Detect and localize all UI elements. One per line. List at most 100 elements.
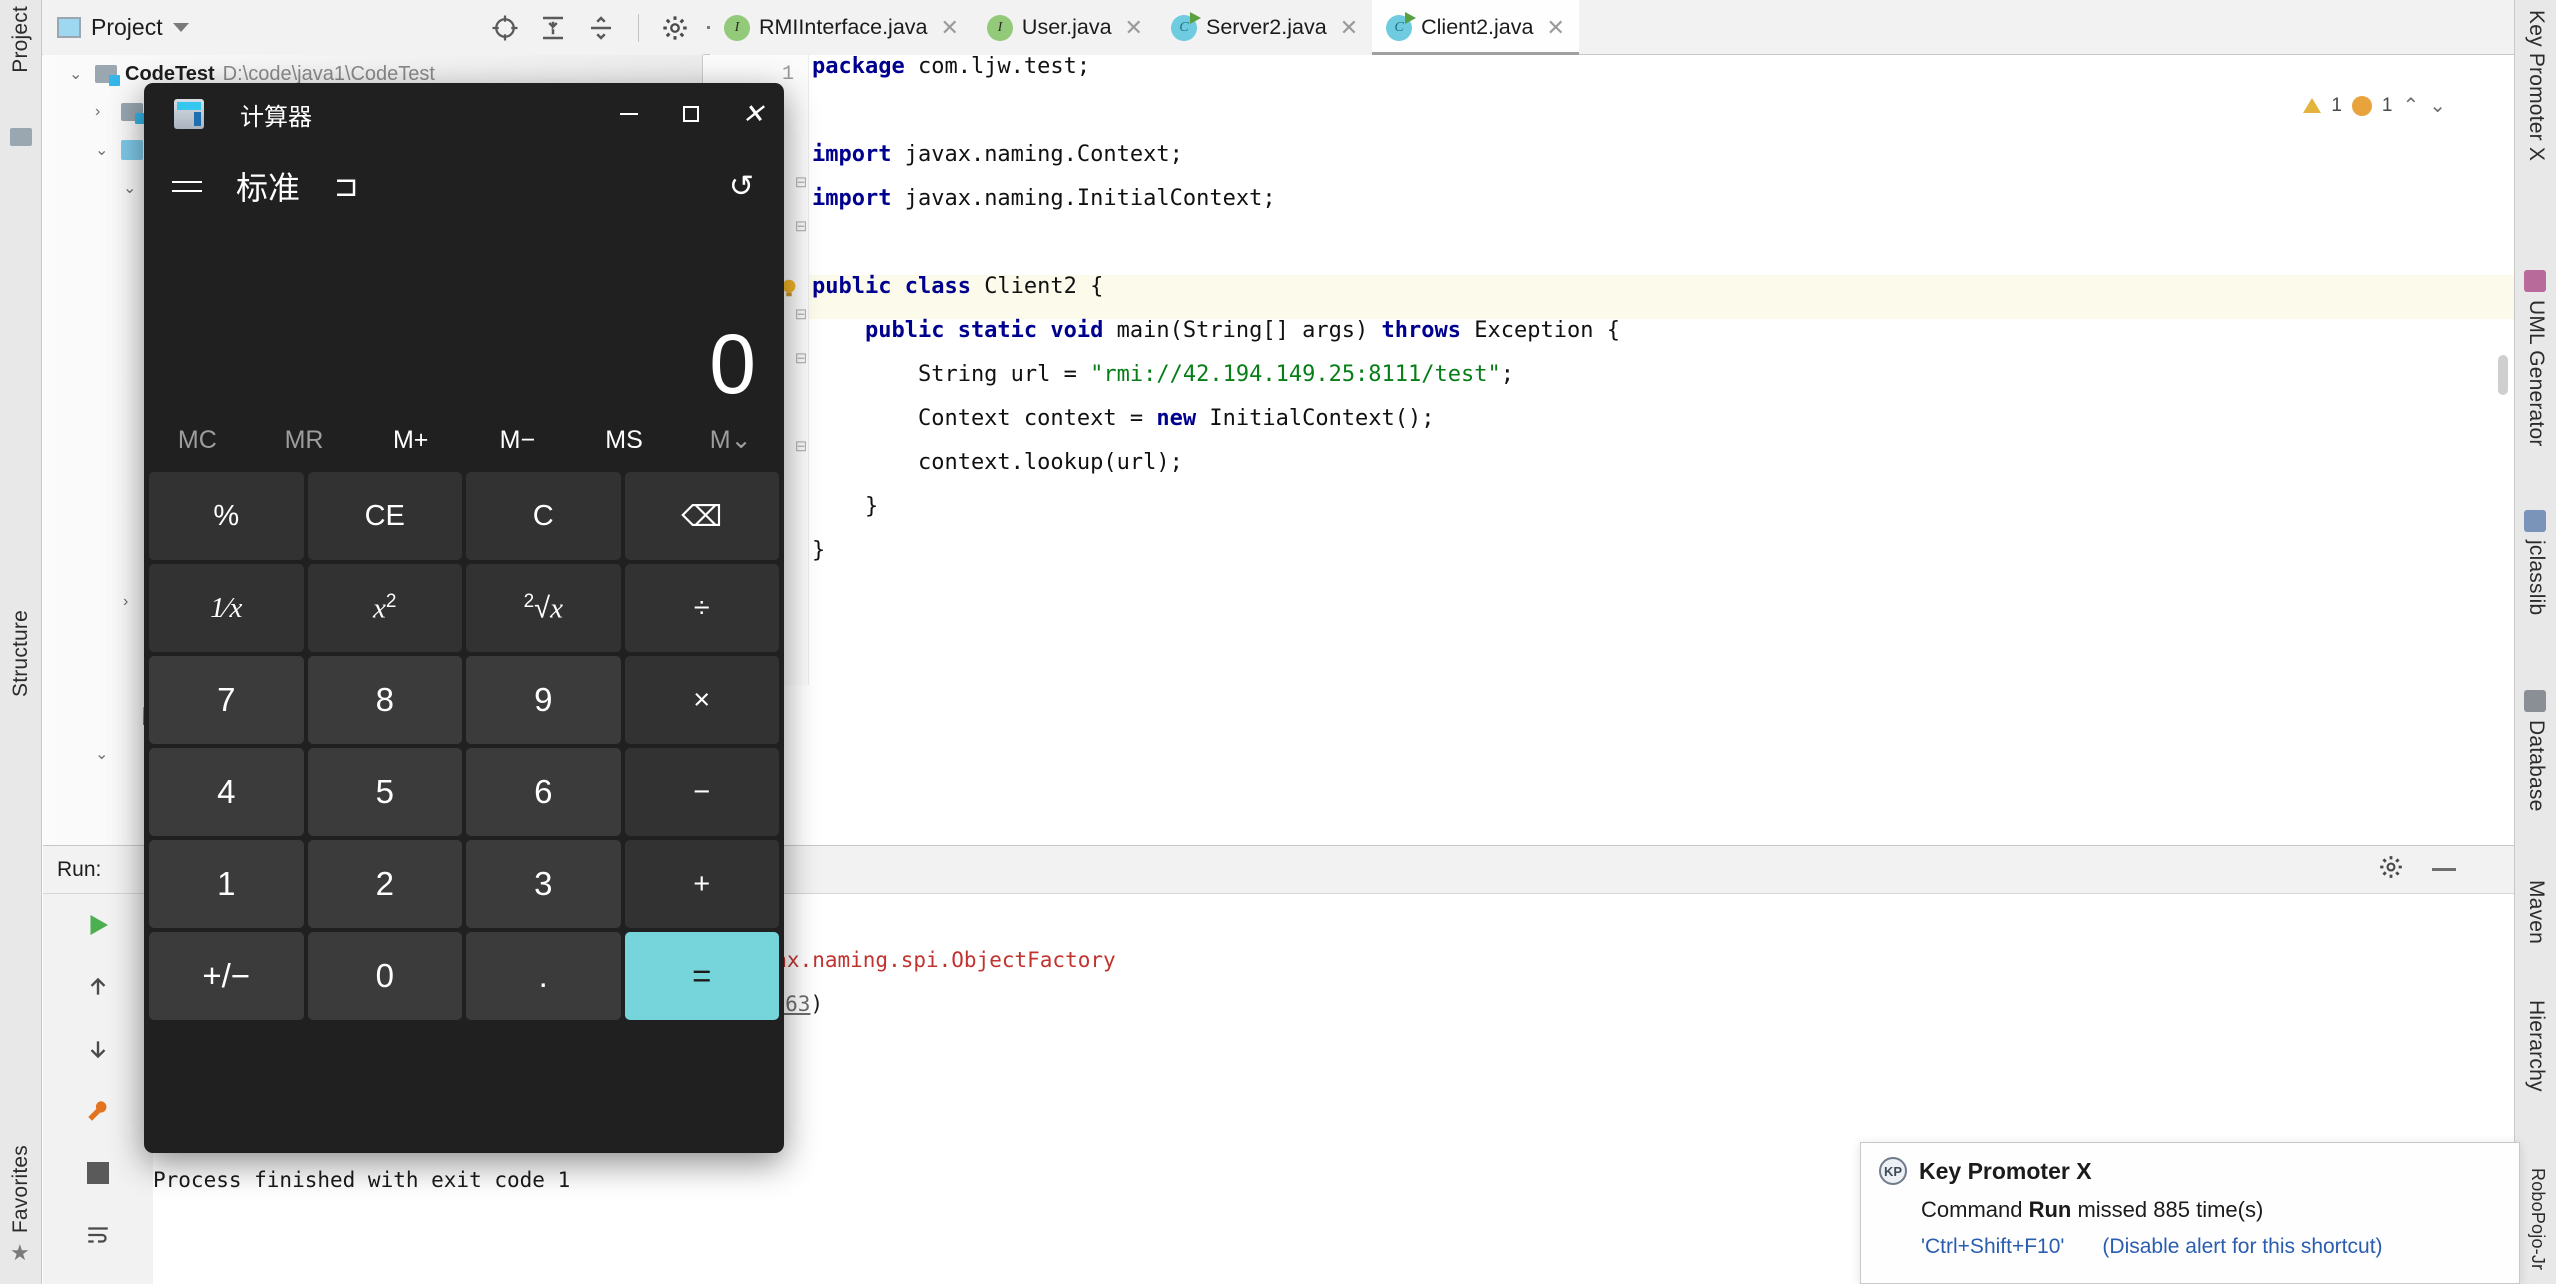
chevron-down-icon[interactable]: ⌄ (69, 64, 87, 84)
sidebar-item-jclasslib[interactable]: jclasslib (2524, 540, 2548, 615)
calc-key-plus-minus[interactable]: +/− (149, 932, 304, 1020)
code-line: } (812, 529, 1620, 573)
gear-icon[interactable] (661, 14, 689, 42)
calculator-keypad[interactable]: % CE C ⌫ 1⁄x x2 2√x ÷ 7 8 9 × 4 5 6 − 1 2 3 + +/− 0. = (144, 468, 784, 1028)
calc-key-digit-0[interactable]: 0 (307, 932, 462, 1020)
chevron-down-icon[interactable] (172, 23, 189, 32)
close-icon[interactable]: ✕ (1340, 15, 1358, 41)
maximize-icon[interactable] (660, 83, 722, 145)
editor-scrollbar[interactable] (2498, 355, 2508, 395)
wrap-text-icon[interactable] (43, 1204, 153, 1266)
calc-key-reciprocal[interactable]: 1⁄x (149, 564, 304, 652)
wrench-icon[interactable] (43, 1080, 153, 1142)
minimize-icon[interactable] (2432, 868, 2456, 871)
minimize-icon[interactable] (598, 83, 660, 145)
sidebar-item-structure[interactable]: Structure (9, 610, 33, 697)
calc-key-label: = (692, 957, 712, 994)
sidebar-item-maven[interactable]: Maven (2524, 880, 2548, 944)
star-icon[interactable]: ★ (10, 1240, 30, 1266)
code-token: ; (1500, 362, 1515, 387)
runnable-class-icon: C (1386, 11, 1417, 41)
code-editor[interactable]: 1 ⊟ ⊟ ⊟ ⊟ ⊟ package com.ljw.test; import… (704, 54, 2514, 685)
chevron-down-icon[interactable]: ⌄ (2429, 93, 2446, 118)
calc-key-digit-9[interactable]: 9 (466, 656, 621, 744)
calc-key-label: % (213, 499, 240, 532)
disable-alert-link[interactable]: (Disable alert for this shortcut) (2102, 1235, 2382, 1259)
calc-key-digit-2[interactable]: 2 (307, 840, 462, 928)
sidebar-item-key-promoter-x[interactable]: Key Promoter X (2524, 10, 2548, 161)
editor-code-text[interactable]: package com.ljw.test; import javax.namin… (812, 45, 1620, 573)
calc-key-digit-1[interactable]: 1 (149, 840, 304, 928)
calc-key-digit-8[interactable]: 8 (307, 656, 462, 744)
calc-key-label: + (693, 867, 711, 900)
jclasslib-icon (2524, 510, 2546, 532)
code-token: com.ljw.test; (917, 54, 1091, 79)
chevron-down-icon[interactable]: ⌄ (123, 178, 141, 198)
calc-key-digit-6[interactable]: 6 (466, 748, 621, 836)
calculator-window[interactable]: 计算器 ✕ 标准 ⊐ ↺ 0 MC MR M+ M− MS M⌄ % CE C ⌫ 1⁄x x2 2√… (144, 83, 784, 1153)
keep-on-top-icon[interactable]: ⊐ (334, 169, 358, 204)
calc-key-subtract[interactable]: − (624, 748, 779, 836)
promoter-count: 1 (2381, 94, 2393, 116)
fold-marker-icon[interactable]: ⊟ (792, 173, 810, 191)
close-icon[interactable]: ✕ (940, 15, 958, 41)
memory-button-m+[interactable]: M+ (357, 426, 464, 455)
calc-key-multiply[interactable]: × (624, 656, 779, 744)
collapse-all-icon[interactable] (586, 13, 616, 43)
fold-marker-icon[interactable]: ⊟ (792, 349, 810, 367)
calc-key-digit-5[interactable]: 5 (307, 748, 462, 836)
database-icon (2524, 690, 2546, 712)
fold-marker-icon[interactable]: ⊟ (792, 437, 810, 455)
chevron-down-icon[interactable]: ⌄ (95, 744, 113, 764)
memory-button-ms[interactable]: MS (571, 426, 678, 455)
stop-icon[interactable] (43, 1142, 153, 1204)
up-arrow-icon[interactable] (43, 956, 153, 1018)
sidebar-item-hierarchy[interactable]: Hierarchy (2524, 1000, 2548, 1092)
memory-button-m[interactable]: M− (464, 426, 571, 455)
calc-key-divide[interactable]: ÷ (624, 564, 779, 652)
calc-key-decimal[interactable]: . (466, 932, 621, 1020)
calc-key-square-root[interactable]: 2√x (466, 564, 621, 652)
close-icon[interactable]: ✕ (722, 83, 784, 145)
run-icon[interactable] (43, 894, 153, 956)
code-token: public static void (812, 318, 1117, 343)
expand-all-icon[interactable] (538, 13, 568, 43)
chevron-right-icon[interactable]: › (123, 593, 141, 611)
fold-marker-icon[interactable]: ⊟ (792, 305, 810, 323)
locate-icon[interactable] (490, 13, 520, 43)
key-promoter-notification[interactable]: KP Key Promoter X Command Run missed 885… (1860, 1142, 2520, 1284)
calc-key-add[interactable]: + (624, 840, 779, 928)
calculator-title-bar[interactable]: 计算器 ✕ (144, 83, 784, 145)
sidebar-item-robopojo-jr[interactable]: RoboPojo-Jr (2527, 1168, 2548, 1270)
calculator-window-title: 计算器 (240, 103, 312, 131)
sidebar-item-uml-generator[interactable]: UML Generator (2524, 300, 2548, 447)
calculator-display: 0 (144, 227, 784, 412)
settings-gear-icon[interactable] (2378, 854, 2404, 885)
shortcut-label[interactable]: 'Ctrl+Shift+F10' (1921, 1235, 2064, 1259)
calc-key-clear-entry[interactable]: CE (307, 472, 462, 560)
calc-key-digit-4[interactable]: 4 (149, 748, 304, 836)
close-icon[interactable]: ✕ (1546, 15, 1564, 41)
chevron-right-icon[interactable]: › (95, 103, 113, 121)
calc-key-clear[interactable]: C (466, 472, 621, 560)
calc-key-equals[interactable]: = (624, 932, 779, 1020)
run-action-sidebar[interactable] (43, 894, 153, 1284)
sidebar-item-project[interactable]: Project (9, 6, 33, 73)
chevron-down-icon[interactable]: ⌄ (95, 140, 113, 160)
fold-marker-icon[interactable]: ⊟ (792, 217, 810, 235)
hamburger-menu-icon[interactable] (172, 180, 202, 192)
calc-key-digit-7[interactable]: 7 (149, 656, 304, 744)
down-arrow-icon[interactable] (43, 1018, 153, 1080)
camera-icon[interactable] (43, 1266, 153, 1284)
inspection-status[interactable]: 1 1 ⌃ ⌄ (2303, 93, 2446, 118)
close-icon[interactable]: ✕ (1125, 15, 1143, 41)
calc-key-digit-3[interactable]: 3 (466, 840, 621, 928)
history-icon[interactable]: ↺ (729, 169, 754, 204)
calculator-memory-row[interactable]: MC MR M+ M− MS M⌄ (144, 412, 784, 468)
sidebar-item-favorites[interactable]: Favorites (9, 1145, 33, 1233)
calc-key-square[interactable]: x2 (307, 564, 462, 652)
calc-key-percent[interactable]: % (149, 472, 304, 560)
calc-key-backspace[interactable]: ⌫ (624, 472, 779, 560)
sidebar-item-database[interactable]: Database (2524, 720, 2548, 812)
chevron-up-icon[interactable]: ⌃ (2402, 93, 2419, 118)
